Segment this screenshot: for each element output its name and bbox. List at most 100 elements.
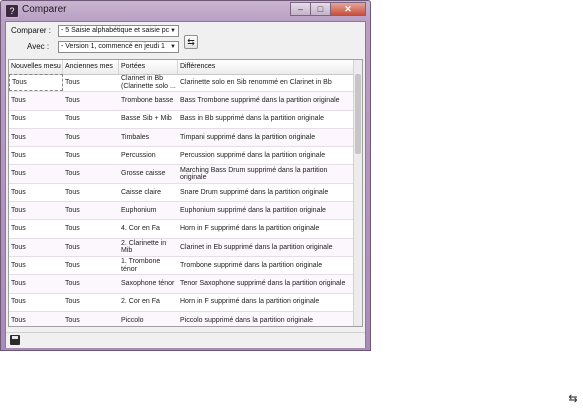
compare-label: Comparer : bbox=[11, 26, 52, 35]
cell-difference: Clarinet in Eb supprimé dans la partitio… bbox=[178, 239, 355, 256]
cell-old-measures-text: Tous bbox=[65, 152, 80, 160]
cell-old-measures-text: Tous bbox=[65, 78, 80, 86]
cell-staff: Euphonium bbox=[119, 202, 178, 219]
cell-old-measures: Tous bbox=[63, 257, 119, 274]
table-row[interactable]: Tous Tous 4. Cor en Fa Horn in F supprimé d… bbox=[9, 220, 355, 239]
cell-new-measures: Tous bbox=[9, 275, 63, 292]
cell-difference-text: Bass in Bb supprimé dans la partition or… bbox=[180, 115, 324, 123]
cell-old-measures-text: Tous bbox=[65, 188, 80, 196]
cell-difference-text: Clarinet in Eb supprimé dans la partitio… bbox=[180, 243, 333, 251]
table-row[interactable]: Tous Tous Piccolo Piccolo supprimé dans la … bbox=[9, 311, 355, 326]
cell-new-measures-text: Tous bbox=[11, 261, 26, 269]
compare-select-value: - 5 Saisie alphabétique et saisie pc bbox=[61, 27, 170, 34]
cell-new-measures: Tous bbox=[9, 294, 63, 311]
compare-window: ? Comparer – □ ✕ Comparer : - 5 Saisie a… bbox=[0, 0, 371, 351]
cell-difference: Trombone supprimé dans la partition orig… bbox=[178, 257, 355, 274]
cell-old-measures: Tous bbox=[63, 239, 119, 256]
cell-difference-text: Snare Drum supprimé dans la partition or… bbox=[180, 188, 329, 196]
cell-staff: Saxophone ténor bbox=[119, 275, 178, 292]
column-header-new-measures[interactable]: Nouvelles mesu bbox=[9, 60, 63, 74]
cell-difference-text: Piccolo supprimé dans la partition origi… bbox=[180, 316, 314, 324]
title-bar[interactable]: ? Comparer – □ ✕ bbox=[1, 1, 370, 21]
cell-new-measures: Tous bbox=[9, 257, 63, 274]
table-row[interactable]: Tous Tous 1. Trombone ténor Trombone suppri… bbox=[9, 257, 355, 276]
cell-old-measures: Tous bbox=[63, 184, 119, 201]
with-select[interactable]: - Version 1, commencé en jeudi 1 ▼ bbox=[58, 41, 179, 53]
cell-new-measures-text: Tous bbox=[11, 170, 26, 178]
cell-staff-text: Piccolo bbox=[121, 316, 144, 324]
table-row[interactable]: Tous Tous 2. Clarinette in Mib Clarinet in … bbox=[9, 238, 355, 257]
cell-staff: 2. Cor en Fa bbox=[119, 294, 178, 311]
cell-staff-text: Saxophone ténor bbox=[121, 280, 175, 288]
cell-new-measures: Tous bbox=[9, 74, 63, 92]
cell-old-measures: Tous bbox=[63, 111, 119, 128]
cell-difference: Horn in F supprimé dans la partition ori… bbox=[178, 294, 355, 311]
cell-new-measures: Tous bbox=[9, 220, 63, 237]
table-row[interactable]: Tous Tous Euphonium Euphonium supprimé dans… bbox=[9, 202, 355, 221]
cell-staff: Trombone basse bbox=[119, 92, 178, 109]
cell-old-measures: Tous bbox=[63, 92, 119, 109]
cell-new-measures: Tous bbox=[9, 184, 63, 201]
cell-new-measures-text: Tous bbox=[11, 298, 26, 306]
cell-staff: Timbales bbox=[119, 129, 178, 146]
column-header-old-measures[interactable]: Anciennes mes bbox=[63, 60, 119, 74]
compare-select[interactable]: - 5 Saisie alphabétique et saisie pc ▼ bbox=[58, 25, 179, 37]
cell-old-measures-text: Tous bbox=[65, 316, 80, 324]
table-row[interactable]: Tous Tous Grosse caisse Marching Bass Drum … bbox=[9, 165, 355, 184]
cell-difference: Snare Drum supprimé dans la partition or… bbox=[178, 184, 355, 201]
cell-new-measures: Tous bbox=[9, 129, 63, 146]
cell-old-measures-text: Tous bbox=[65, 170, 80, 178]
cell-old-measures-text: Tous bbox=[65, 243, 80, 251]
cell-difference: Timpani supprimé dans la partition origi… bbox=[178, 129, 355, 146]
close-button[interactable]: ✕ bbox=[330, 2, 366, 16]
cell-difference: Bass in Bb supprimé dans la partition or… bbox=[178, 111, 355, 128]
cell-staff: Clarinet in Bb (Clarinette solo ... bbox=[119, 74, 178, 91]
cell-difference-text: Bass Trombone supprimé dans la partition… bbox=[180, 97, 340, 105]
table-row[interactable]: Tous Tous Saxophone ténor Tenor Saxophone s… bbox=[9, 275, 355, 294]
cell-old-measures-text: Tous bbox=[65, 133, 80, 141]
cell-new-measures: Tous bbox=[9, 202, 63, 219]
cell-difference: Percussion supprimé dans la partition or… bbox=[178, 147, 355, 164]
table-row[interactable]: Tous Tous Percussion Percussion supprimé da… bbox=[9, 147, 355, 166]
window-controls: – □ ✕ bbox=[290, 2, 366, 16]
scrollbar-thumb[interactable] bbox=[355, 74, 361, 154]
cell-difference-text: Horn in F supprimé dans la partition ori… bbox=[180, 298, 320, 306]
cell-staff: Percussion bbox=[119, 147, 178, 164]
column-header-differences[interactable]: Différences bbox=[178, 60, 355, 74]
save-icon[interactable] bbox=[10, 335, 20, 345]
table-row[interactable]: Tous Tous 2. Cor en Fa Horn in F supprimé d… bbox=[9, 294, 355, 312]
cell-old-measures: Tous bbox=[63, 74, 119, 91]
maximize-button[interactable]: □ bbox=[310, 2, 330, 16]
column-header-staves[interactable]: Portées bbox=[119, 60, 178, 74]
table-row[interactable]: Tous Tous Clarinet in Bb (Clarinette solo … bbox=[9, 74, 355, 93]
cell-difference: Tenor Saxophone supprimé dans la partiti… bbox=[178, 275, 355, 292]
minimize-button[interactable]: – bbox=[290, 2, 310, 16]
cell-difference: Clarinette solo en Sib renommé en Clarin… bbox=[178, 74, 355, 91]
table-row[interactable]: Tous Tous Caisse claire Snare Drum supprimé… bbox=[9, 184, 355, 203]
cell-old-measures-text: Tous bbox=[65, 115, 80, 123]
cell-difference-text: Timpani supprimé dans la partition origi… bbox=[180, 133, 316, 141]
table-body: Tous Tous Clarinet in Bb (Clarinette solo … bbox=[9, 74, 355, 326]
table-row[interactable]: Tous Tous Trombone basse Bass Trombone supp… bbox=[9, 92, 355, 111]
cell-new-measures-text: Tous bbox=[11, 115, 26, 123]
cell-new-measures: Tous bbox=[9, 92, 63, 109]
table-row[interactable]: Tous Tous Basse Sib + Mib Bass in Bb suppri… bbox=[9, 111, 355, 129]
chevron-down-icon: ▼ bbox=[170, 28, 176, 34]
cell-difference: Piccolo supprimé dans la partition origi… bbox=[178, 312, 355, 326]
cell-difference: Horn in F supprimé dans la partition ori… bbox=[178, 220, 355, 237]
cell-staff: Caisse claire bbox=[119, 184, 178, 201]
table-row[interactable]: Tous Tous Timbales Timpani supprimé dans la… bbox=[9, 128, 355, 148]
cell-staff-text: Trombone basse bbox=[121, 97, 174, 105]
swap-icon: ⇆ bbox=[568, 393, 578, 405]
swap-versions-button[interactable]: ⇆ bbox=[184, 35, 198, 49]
cell-staff: Grosse caisse bbox=[119, 165, 178, 182]
cell-staff: Piccolo bbox=[119, 312, 178, 326]
vertical-scrollbar[interactable] bbox=[353, 60, 362, 326]
cell-new-measures-text: Tous bbox=[11, 188, 26, 196]
cell-new-measures: Tous bbox=[9, 312, 63, 326]
cell-difference: Euphonium supprimé dans la partition ori… bbox=[178, 202, 355, 219]
cell-staff-text: 2. Clarinette in Mib bbox=[121, 239, 167, 255]
cell-difference-text: Clarinette solo en Sib renommé en Clarin… bbox=[180, 78, 332, 86]
cell-staff-text: 4. Cor en Fa bbox=[121, 225, 160, 233]
cell-new-measures: Tous bbox=[9, 165, 63, 182]
